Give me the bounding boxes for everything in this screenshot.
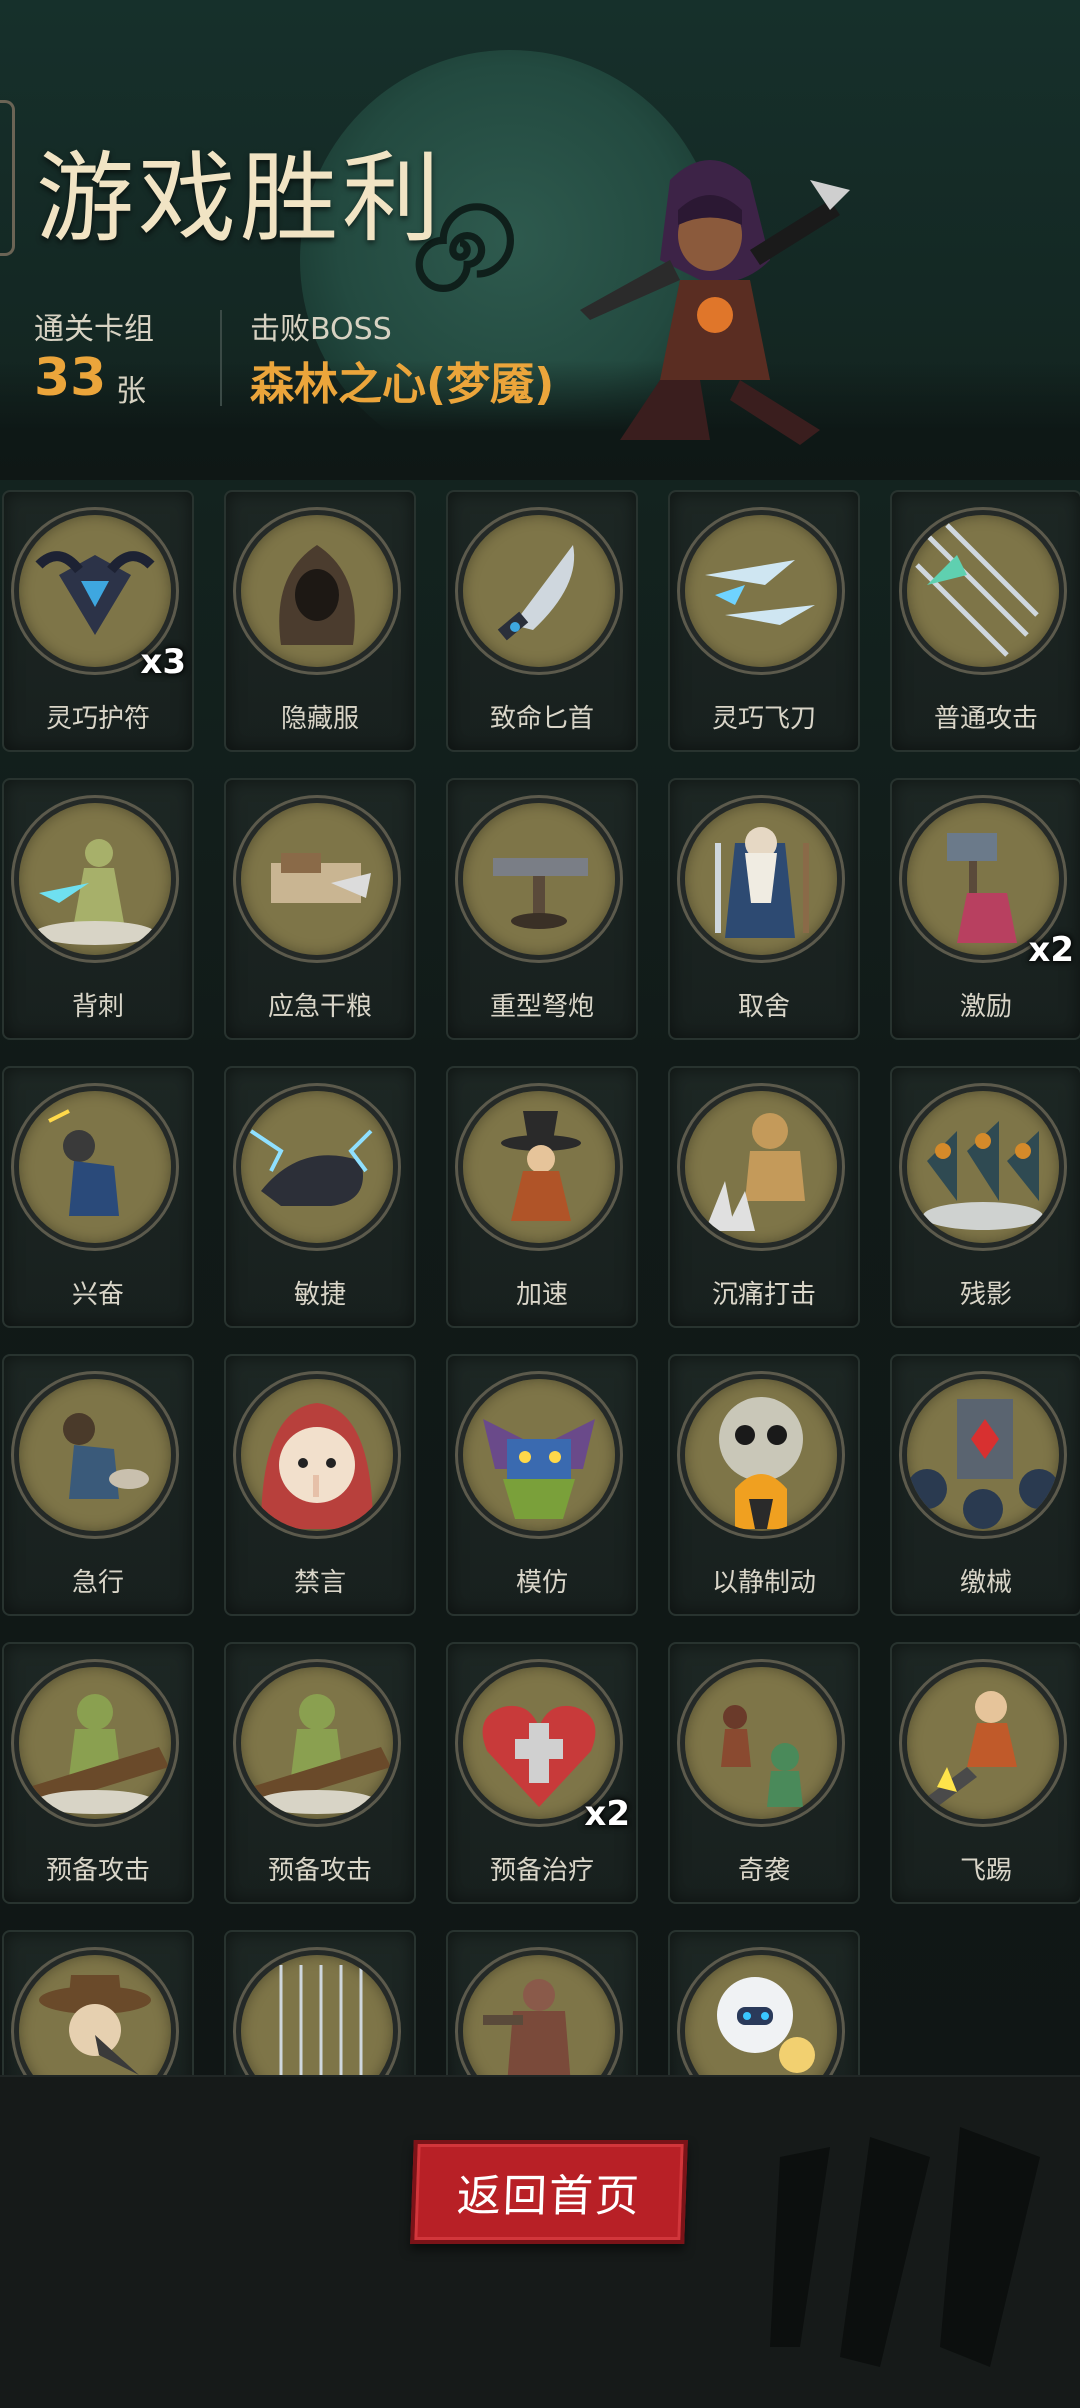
card-item[interactable]: 普通攻击 [890,490,1080,752]
hood-icon [236,510,398,672]
backstab-icon [14,798,176,960]
card-name: 急行 [71,1568,124,1598]
card-item[interactable]: 灵巧飞刀 [668,490,860,752]
deck-count: 33 [34,348,107,408]
card-item[interactable]: 残影 [890,1066,1080,1328]
card-item[interactable]: 急行 [2,1354,194,1616]
card-name: 加速 [515,1280,568,1310]
goblin-log-icon [236,1662,398,1824]
rations-icon [236,798,398,960]
boss-label: 击败BOSS [250,312,392,347]
claw-marks-decoration [770,2127,1040,2367]
card-count-badge: x2 [584,1794,630,1834]
card-name: 模仿 [515,1568,568,1598]
card-item[interactable]: 重型弩炮 [446,778,638,1040]
card-item[interactable] [224,1930,416,2075]
card-item[interactable]: 奇袭 [668,1642,860,1904]
goblin-log-icon [14,1662,176,1824]
card-name: 致命匕首 [489,704,594,734]
card-item[interactable]: 沉痛打击 [668,1066,860,1328]
card-item[interactable]: 禁言 [224,1354,416,1616]
deck-unit: 张 [116,374,146,409]
card-item[interactable]: 激励 x2 [890,778,1080,1040]
sage-icon [680,798,842,960]
page-title: 游戏胜利 [36,142,445,256]
card-name: 重型弩炮 [489,992,594,1022]
card-grid[interactable]: 灵巧护符 x3 隐藏服 致命匕首 灵巧飞刀 普通攻击背刺 应急干粮 重型弩炮 取舍 激励 x2 兴奋 敏… [0,490,1080,2075]
card-item[interactable]: 致命匕首 [446,490,638,752]
card-name: 预备攻击 [267,1856,372,1886]
card-name: 飞踢 [959,1856,1012,1886]
card-name: 预备攻击 [45,1856,150,1886]
brute-icon [680,1086,842,1248]
card-item[interactable]: 应急干粮 [224,778,416,1040]
card-name: 普通攻击 [933,704,1038,734]
plague-doctor-icon [14,1950,176,2075]
rogue-hero-illustration [580,160,850,445]
card-name: 残影 [959,1280,1012,1310]
card-name: 缴械 [959,1568,1012,1598]
card-item[interactable]: 模仿 [446,1354,638,1616]
card-name: 取舍 [737,992,790,1022]
running-dwarf-icon [14,1374,176,1536]
card-item[interactable]: 取舍 [668,778,860,1040]
victory-screen: 游戏胜利 通关卡组 33 张 击败BOSS 森林之心(梦魇) 灵巧护符 x3 隐藏服… [0,0,1080,2408]
card-item[interactable]: 隐藏服 [224,490,416,752]
card-item[interactable]: 飞踢 [890,1642,1080,1904]
card-item[interactable] [2,1930,194,2075]
return-home-button[interactable]: 返回首页 [410,2140,688,2244]
ballista-icon [458,798,620,960]
card-item[interactable]: 缴械 [890,1354,1080,1616]
card-count-badge: x2 [1028,930,1074,970]
excited-dwarf-icon [14,1086,176,1248]
card-item[interactable]: 兴奋 [2,1066,194,1328]
card-name: 激励 [959,992,1012,1022]
card-name: 以静制动 [711,1568,816,1598]
card-name: 灵巧护符 [45,704,150,734]
stat-divider [220,310,222,406]
card-name: 背刺 [71,992,124,1022]
witch-icon [458,1086,620,1248]
card-item[interactable]: 灵巧护符 x3 [2,490,194,752]
disarm-card-icon [902,1374,1064,1536]
card-item[interactable]: 预备攻击 [224,1642,416,1904]
flying-kick-icon [902,1662,1064,1824]
card-name: 禁言 [293,1568,346,1598]
header-bracket [0,100,15,256]
panther-icon [236,1086,398,1248]
arrows-icon [902,510,1064,672]
afterimage-icon [902,1086,1064,1248]
card-name: 隐藏服 [280,704,359,734]
dagger-icon [458,510,620,672]
card-name: 奇袭 [737,1856,790,1886]
card-name: 敏捷 [293,1280,346,1310]
arrow-rain-icon [236,1950,398,2075]
skull-flame-icon [680,1374,842,1536]
warrior-icon [458,1950,620,2075]
throwing-knife-icon [680,510,842,672]
card-name: 应急干粮 [267,992,372,1022]
card-item[interactable]: 预备攻击 [2,1642,194,1904]
boss-name: 森林之心(梦魇) [250,359,555,410]
card-count-badge: x3 [140,642,186,682]
goblin-mask-icon [458,1374,620,1536]
card-name: 预备治疗 [489,1856,594,1886]
card-item[interactable]: 以静制动 [668,1354,860,1616]
ambush-icon [680,1662,842,1824]
card-name: 沉痛打击 [711,1280,816,1310]
card-item[interactable]: 加速 [446,1066,638,1328]
card-name: 兴奋 [71,1280,124,1310]
card-item[interactable] [668,1930,860,2075]
card-item[interactable]: 背刺 [2,778,194,1040]
card-name: 灵巧飞刀 [711,704,816,734]
card-item[interactable] [446,1930,638,2075]
card-item[interactable]: 敏捷 [224,1066,416,1328]
robot-icon [680,1950,842,2075]
card-item[interactable]: 预备治疗 x2 [446,1642,638,1904]
deck-label: 通关卡组 [34,312,154,347]
silence-girl-icon [236,1374,398,1536]
